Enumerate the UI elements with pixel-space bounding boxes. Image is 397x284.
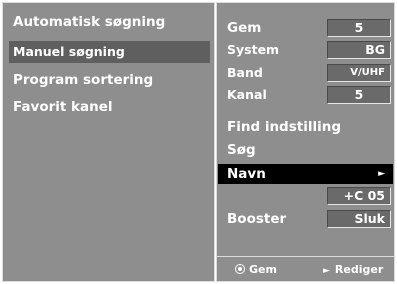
footer-rediger-label: Rediger <box>334 263 384 276</box>
navn-row[interactable]: Navn ► <box>218 164 393 184</box>
navn-label: Navn <box>227 166 266 182</box>
footer-gem-hint: Gem <box>235 262 277 278</box>
kanal-value-field[interactable]: 5 <box>327 86 391 104</box>
band-label: Band <box>227 65 263 80</box>
play-icon: ► <box>323 266 330 276</box>
booster-label: Booster <box>227 211 287 227</box>
system-value-field[interactable]: BG <box>327 41 391 59</box>
band-value-field[interactable]: V/UHF <box>327 64 391 82</box>
menu-item-program-sortering[interactable]: Program sortering <box>13 69 210 91</box>
gem-value-field[interactable]: 5 <box>327 19 391 37</box>
menu-item-automatisk-sogning[interactable]: Automatisk søgning <box>13 11 210 33</box>
booster-value-field[interactable]: Sluk <box>327 210 391 228</box>
gem-label: Gem <box>227 20 262 36</box>
menu-item-favorit-kanel[interactable]: Favorit kanel <box>13 96 210 118</box>
find-indstilling-item[interactable]: Find indstilling <box>227 117 341 137</box>
ok-button-icon <box>235 264 245 274</box>
sog-item[interactable]: Søg <box>227 140 256 160</box>
footer-divider <box>217 256 394 257</box>
system-label: System <box>227 42 280 57</box>
menu-item-manuel-sogning[interactable]: Manuel søgning <box>9 41 210 63</box>
footer-gem-label: Gem <box>249 263 277 276</box>
kanal-label: Kanal <box>227 87 267 102</box>
navn-value-field[interactable]: +C 05 <box>327 187 391 205</box>
settings-panel: Gem 5 System BG Band V/UHF Kanal 5 Find … <box>216 2 395 282</box>
left-menu-panel: Automatisk søgning Manuel søgning Progra… <box>2 2 215 282</box>
arrow-right-icon: ► <box>378 169 385 179</box>
footer-rediger-hint: ► Rediger <box>323 262 383 278</box>
